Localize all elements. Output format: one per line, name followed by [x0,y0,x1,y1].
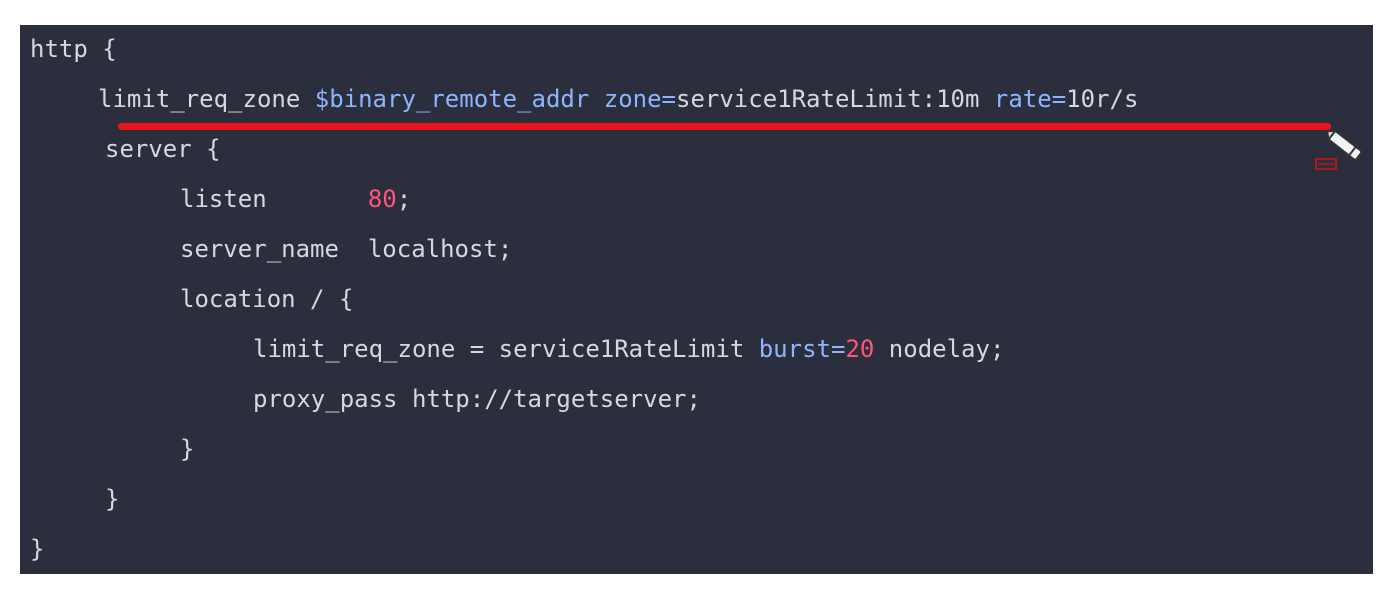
code-token: limit_req_zone = service1RateLimit [253,335,759,363]
code-line: limit_req_zone = service1RateLimit burst… [253,329,1004,369]
code-token: $binary_remote_addr [314,85,590,113]
code-token: 80 [367,185,397,213]
code-token: } [180,435,195,463]
code-token: zone= [603,85,676,113]
code-line: limit_req_zone $binary_remote_addr zone=… [98,79,1138,119]
code-line: } [30,529,44,569]
code-line: server_name localhost; [180,229,512,269]
code-line: proxy_pass http://targetserver; [253,379,701,419]
code-token: location / { [180,285,354,313]
code-token: limit_req_zone [98,85,315,113]
code-line: http { [30,29,117,69]
code-token: server { [105,135,221,163]
code-line: server { [105,129,221,169]
code-line: } [180,429,194,469]
code-token: nodelay; [874,335,1005,363]
code-token: rate= [993,85,1067,113]
code-token: } [30,535,45,563]
code-token: listen [180,185,368,213]
code-token: server_name localhost; [180,235,513,263]
code-token: service1RateLimit:10m [676,85,994,113]
code-token: 20 [845,335,875,363]
code-token: proxy_pass http://targetserver; [253,385,701,413]
code-panel: http { limit_req_zone $binary_remote_add… [20,25,1373,574]
code-line: listen 80; [180,179,411,219]
annotation-underline [118,123,1331,130]
code-token: burst= [758,335,846,363]
code-token: 10r/s [1066,85,1139,113]
code-line: location / { [180,279,353,319]
pen-color-swatch-icon [1315,158,1337,170]
code-token: } [105,485,120,513]
code-line: } [105,479,119,519]
code-token: ; [396,185,412,213]
code-token: http { [30,35,117,63]
